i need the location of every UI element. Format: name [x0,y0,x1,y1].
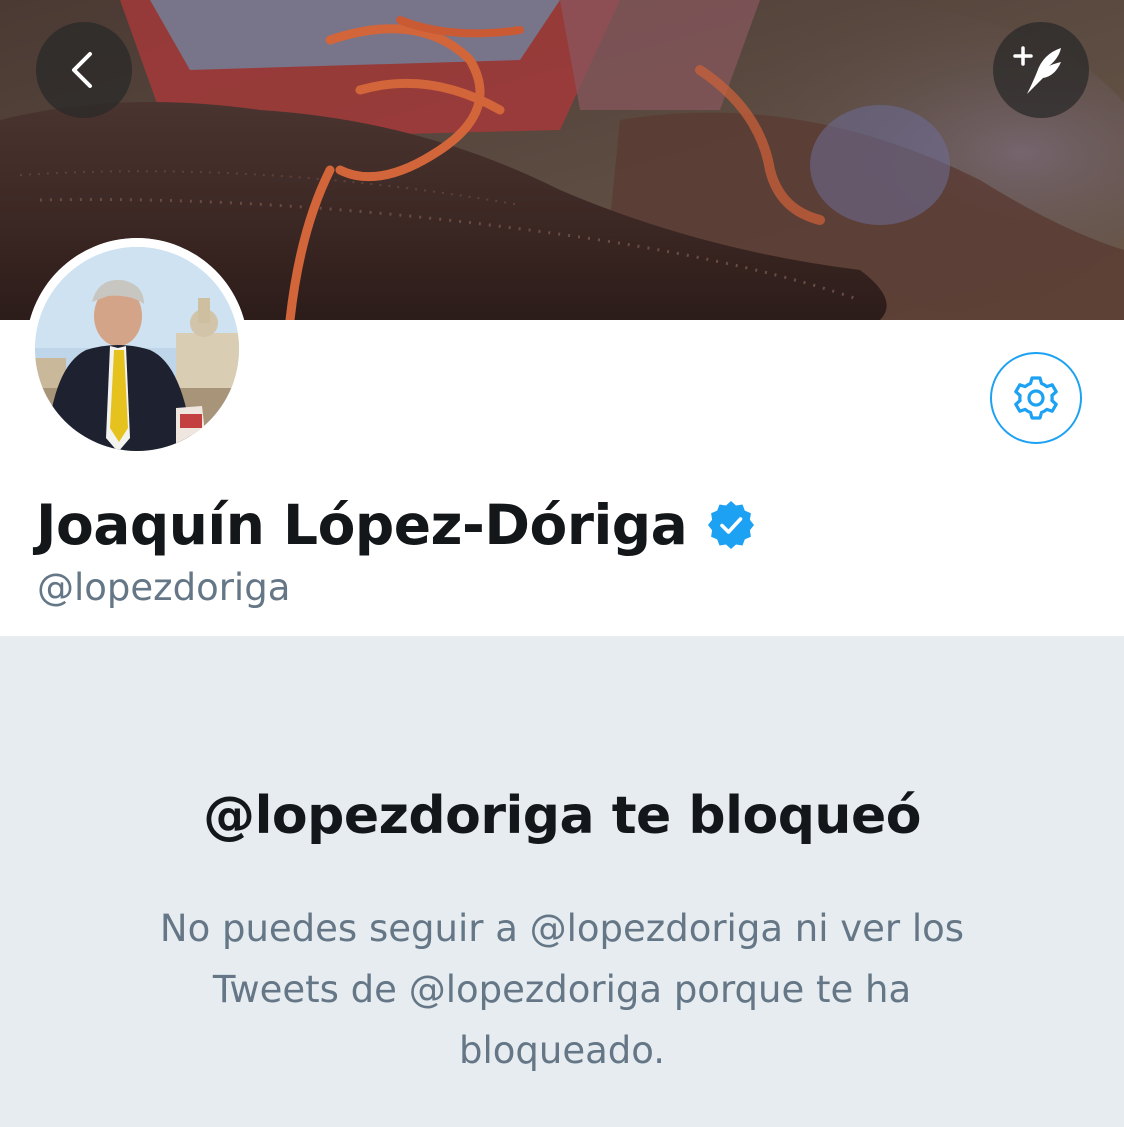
blocked-message: No puedes seguir a @lopezdoriga ni ver l… [159,907,965,1072]
avatar[interactable] [26,238,248,460]
compose-tweet-button[interactable] [993,22,1089,118]
verified-badge-icon [707,501,755,549]
profile-name-row: Joaquín López-Dóriga [36,492,755,558]
profile-handle: @lopezdoriga [37,566,291,609]
settings-button[interactable] [990,352,1082,444]
profile-screen: Joaquín López-Dóriga @lopezdoriga @lopez… [0,0,1124,1127]
display-name: Joaquín López-Dóriga [36,493,688,557]
compose-tweet-icon [1013,46,1061,94]
gear-icon [1014,376,1058,420]
back-button[interactable] [36,22,132,118]
blocked-title: @lopezdoriga te bloqueó [203,786,921,846]
chevron-left-icon [72,52,92,88]
blocked-notice: @lopezdoriga te bloqueó No puedes seguir… [0,636,1124,1127]
